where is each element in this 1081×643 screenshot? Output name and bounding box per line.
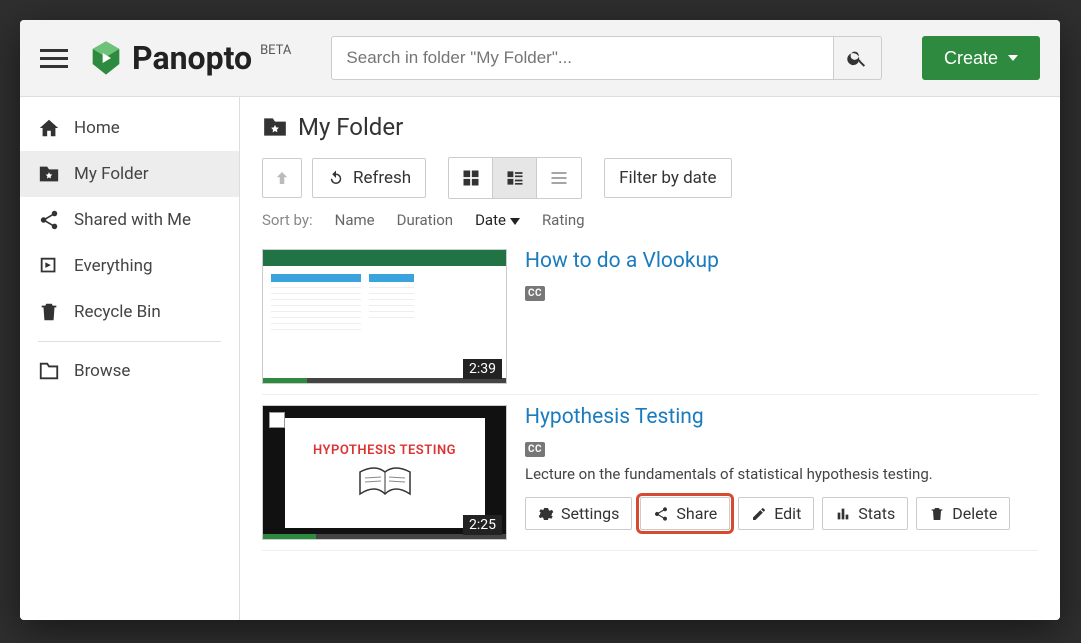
sidebar-item-label: Recycle Bin: [74, 302, 161, 322]
edit-button[interactable]: Edit: [738, 497, 814, 530]
settings-button[interactable]: Settings: [525, 497, 632, 530]
everything-icon: [38, 255, 60, 277]
action-label: Delete: [952, 504, 997, 523]
sidebar-item-browse[interactable]: Browse: [20, 348, 239, 394]
pencil-icon: [751, 506, 767, 522]
sort-label: Sort by:: [262, 211, 313, 229]
video-description: Lecture on the fundamentals of statistic…: [525, 465, 1038, 483]
view-grid-button[interactable]: [449, 158, 493, 198]
stats-button[interactable]: Stats: [822, 497, 908, 530]
sidebar-item-home[interactable]: Home: [20, 105, 239, 151]
folder-outline-icon: [38, 360, 60, 382]
cc-badge: CC: [525, 286, 545, 301]
brand-logo[interactable]: Panopto BETA: [86, 38, 291, 78]
trash-icon: [38, 301, 60, 323]
sort-date[interactable]: Date: [475, 211, 520, 229]
video-meta: How to do a Vlookup CC: [525, 249, 1038, 384]
view-list-button[interactable]: [493, 158, 537, 198]
checkbox[interactable]: [269, 412, 285, 428]
delete-button[interactable]: Delete: [916, 497, 1010, 530]
sidebar-divider: [38, 341, 221, 342]
duration-badge: 2:25: [463, 515, 502, 535]
slide-title: HYPOTHESIS TESTING: [313, 443, 456, 458]
toolbar: Refresh Filter by date: [262, 157, 1038, 199]
search-wrap: [331, 36, 882, 80]
folder-star-icon: [38, 163, 60, 185]
duration-badge: 2:39: [463, 359, 502, 379]
sidebar-item-my-folder[interactable]: My Folder: [20, 151, 239, 197]
video-row: HYPOTHESIS TESTING 2:25: [262, 395, 1038, 551]
sidebar-item-label: My Folder: [74, 164, 149, 184]
folder-title-row: My Folder: [262, 113, 1038, 141]
menu-icon[interactable]: [40, 44, 68, 72]
video-thumbnail[interactable]: 2:39: [262, 249, 507, 384]
sort-date-label: Date: [475, 211, 506, 229]
share-icon: [38, 209, 60, 231]
sort-duration[interactable]: Duration: [397, 211, 453, 229]
filter-date-button[interactable]: Filter by date: [604, 158, 731, 198]
refresh-icon: [327, 169, 345, 187]
list-lines-icon: [549, 168, 569, 188]
sort-rating[interactable]: Rating: [542, 211, 585, 229]
sort-caret-icon: [510, 218, 520, 225]
share-icon: [653, 506, 669, 522]
action-label: Edit: [774, 504, 801, 523]
list-large-icon: [505, 168, 525, 188]
action-label: Settings: [561, 504, 619, 523]
cc-badge: CC: [525, 442, 545, 457]
search-input[interactable]: [331, 36, 834, 80]
video-row: 2:39 How to do a Vlookup CC: [262, 239, 1038, 395]
sort-row: Sort by: Name Duration Date Rating: [262, 211, 1038, 229]
share-button[interactable]: Share: [640, 497, 730, 530]
sidebar-item-label: Home: [74, 118, 120, 138]
sidebar-item-label: Browse: [74, 361, 130, 381]
body: Home My Folder Shared with Me Everything…: [20, 96, 1060, 620]
filter-label: Filter by date: [619, 168, 716, 188]
video-thumbnail[interactable]: HYPOTHESIS TESTING 2:25: [262, 405, 507, 540]
action-label: Stats: [858, 504, 895, 523]
folder-star-icon: [262, 114, 288, 140]
gear-icon: [538, 506, 554, 522]
sidebar-item-label: Everything: [74, 256, 153, 276]
search-button[interactable]: [834, 36, 882, 80]
sidebar-item-everything[interactable]: Everything: [20, 243, 239, 289]
sidebar-item-recycle[interactable]: Recycle Bin: [20, 289, 239, 335]
trash-icon: [929, 506, 945, 522]
sidebar-item-shared[interactable]: Shared with Me: [20, 197, 239, 243]
grid-icon: [461, 168, 481, 188]
sort-name[interactable]: Name: [335, 211, 375, 229]
refresh-label: Refresh: [353, 168, 411, 188]
brand-name: Panopto: [132, 39, 252, 77]
refresh-button[interactable]: Refresh: [312, 158, 426, 198]
create-label: Create: [944, 48, 998, 69]
create-button[interactable]: Create: [922, 36, 1040, 80]
view-mode-group: [448, 157, 582, 199]
brand-badge: BETA: [260, 43, 291, 58]
chevron-down-icon: [1008, 55, 1018, 61]
search-icon: [846, 47, 868, 69]
video-title-link[interactable]: How to do a Vlookup: [525, 249, 1038, 273]
up-button[interactable]: [262, 158, 302, 198]
action-row: Settings Share Edit Stats: [525, 497, 1038, 530]
home-icon: [38, 117, 60, 139]
top-bar: Panopto BETA Create: [20, 20, 1060, 96]
panopto-logo-icon: [86, 38, 126, 78]
action-label: Share: [676, 504, 717, 523]
arrow-up-icon: [273, 169, 291, 187]
view-detail-button[interactable]: [537, 158, 581, 198]
app-window: Panopto BETA Create Home My Folder: [20, 20, 1060, 620]
sidebar-item-label: Shared with Me: [74, 210, 191, 230]
video-title-link[interactable]: Hypothesis Testing: [525, 405, 1038, 429]
sidebar: Home My Folder Shared with Me Everything…: [20, 97, 240, 620]
video-meta: Hypothesis Testing CC Lecture on the fun…: [525, 405, 1038, 540]
book-icon: [355, 464, 415, 502]
main-content: My Folder Refresh: [240, 97, 1060, 620]
page-title: My Folder: [298, 113, 403, 141]
stats-icon: [835, 506, 851, 522]
